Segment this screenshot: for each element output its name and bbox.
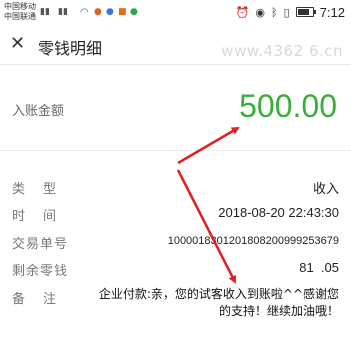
screen: 中国移动 中国联通 ▮▮ ▮▮ ◠ ● ● ■ ● ⏰ ◉ ᛒ ▯ 7:12 ✕… [0, 0, 351, 337]
clock: 7:12 [319, 4, 345, 20]
app-icon-3: ■ [118, 7, 127, 17]
carrier-2: 中国联通 [4, 12, 36, 21]
battery-fill [297, 9, 309, 15]
remark-value: 企业付款:亲，您的试客收入到账啦^^感谢您的支持！继续加油哦！ [98, 287, 339, 318]
signal-icon-2: ▮▮ [58, 7, 68, 17]
nav-bar: ✕ 零钱明细 www.4362 6.cn [0, 26, 351, 65]
txn-label: 交易单号 [12, 237, 69, 252]
app-icon-4: ● [130, 7, 138, 17]
eye-icon: ◉ [255, 5, 266, 19]
time-label: 时间 [12, 209, 75, 224]
status-bar: 中国移动 中国联通 ▮▮ ▮▮ ◠ ● ● ■ ● ⏰ ◉ ᛒ ▯ 7:12 [0, 0, 351, 24]
status-right: ⏰ ◉ ᛒ ▯ 7:12 [236, 4, 345, 20]
arrow-to-remark [176, 169, 237, 284]
page-title: 零钱明细 [38, 39, 103, 58]
balance-label: 剩余零钱 [12, 264, 69, 279]
carrier-1: 中国移动 [4, 2, 36, 11]
txn-value[interactable]: 1000018301201808200999253679 [168, 235, 339, 247]
vibrate-icon: ▯ [283, 5, 290, 19]
divider [0, 150, 351, 151]
type-label: 类型 [12, 182, 75, 197]
amount-label: 入账金额 [12, 104, 65, 119]
balance-value: 81 .05 [299, 260, 339, 275]
wifi-icon: ◠ [80, 7, 89, 18]
alarm-icon: ⏰ [235, 5, 250, 19]
arrow-to-amount [177, 126, 240, 165]
bluetooth-icon: ᛒ [271, 5, 278, 19]
app-icon-1: ● [94, 7, 102, 17]
battery-icon [295, 7, 316, 17]
app-icon-2: ● [106, 7, 114, 17]
close-icon[interactable]: ✕ [10, 35, 28, 53]
type-value: 收入 [312, 182, 339, 197]
remark-label: 备注 [12, 292, 75, 307]
watermark: www.4362 6.cn [221, 42, 343, 60]
time-value: 2018-08-20 22:43:30 [218, 205, 339, 220]
signal-icon: ▮▮ [40, 7, 50, 17]
amount-value: 500.00 [239, 88, 337, 124]
